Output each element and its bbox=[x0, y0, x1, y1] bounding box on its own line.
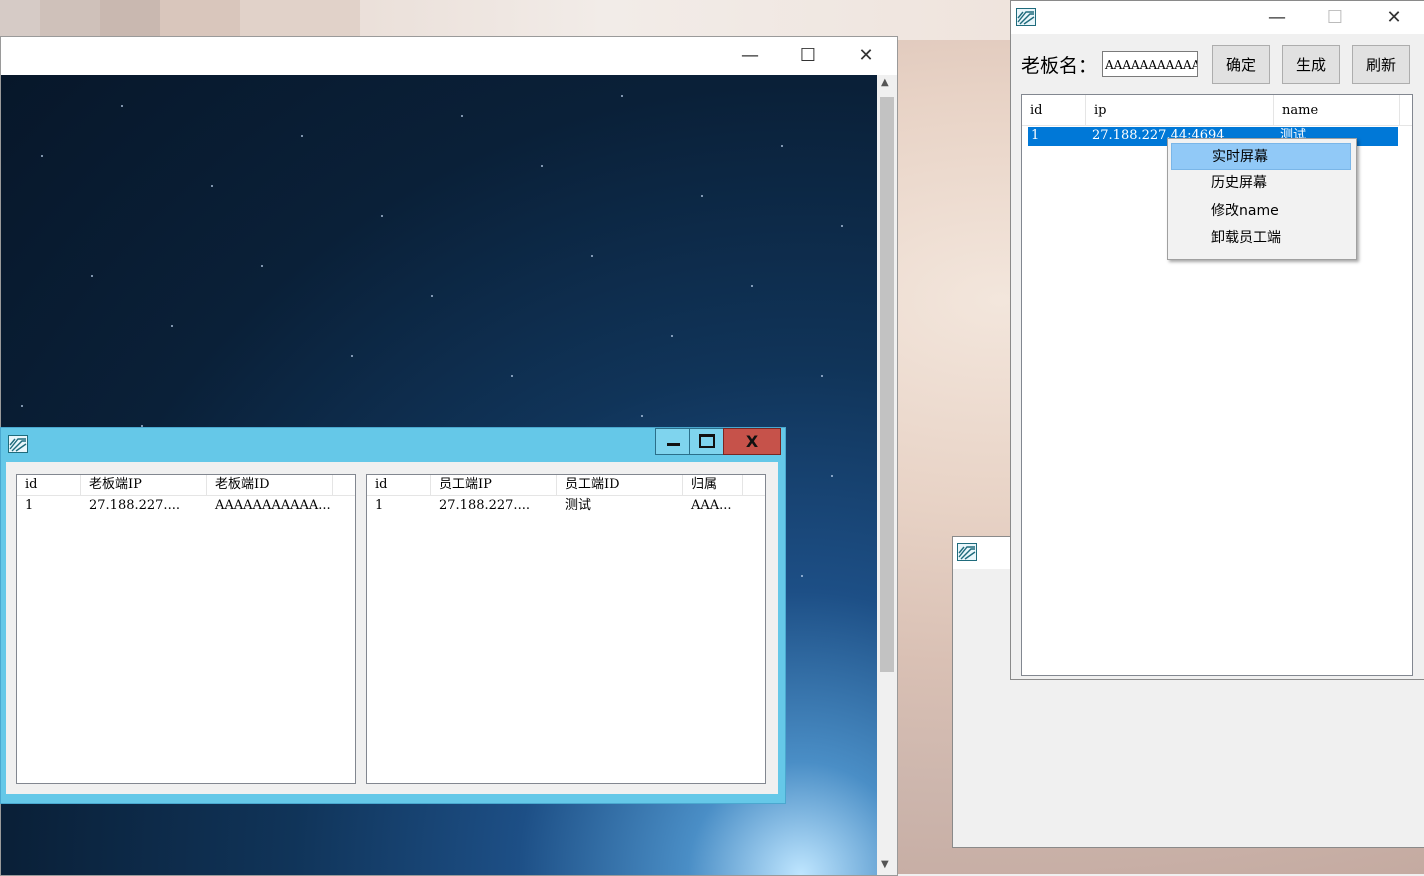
cell-employee-id: 测试 bbox=[565, 498, 592, 513]
column-header[interactable]: 老板端ID bbox=[207, 475, 333, 495]
column-header[interactable]: 老板端IP bbox=[81, 475, 207, 495]
menu-item-uninstall-employee[interactable]: 卸载员工端 bbox=[1171, 225, 1351, 252]
app-icon bbox=[1016, 8, 1036, 26]
close-button[interactable]: ✕ bbox=[837, 37, 895, 74]
scroll-down-arrow-icon[interactable]: ▼ bbox=[881, 859, 889, 870]
cell-ip: 27.188.227.... bbox=[439, 498, 530, 513]
vertical-scrollbar[interactable]: ▲ ▼ bbox=[877, 75, 897, 875]
close-button[interactable]: ✕ bbox=[1365, 1, 1423, 34]
client-window-body: id 老板端IP 老板端ID 1 27.188.227.... AAAAAAAA… bbox=[6, 462, 778, 794]
employee-list-header: id ip name bbox=[1022, 95, 1412, 126]
cell-id: 1 bbox=[375, 498, 384, 513]
employee-list-header: id 员工端IP 员工端ID 归属 bbox=[367, 475, 765, 496]
cell-id: 1 bbox=[25, 498, 34, 513]
boss-window-titlebar[interactable]: — ☐ ✕ bbox=[1011, 1, 1424, 34]
minimize-button[interactable]: — bbox=[721, 37, 779, 74]
app-icon bbox=[8, 435, 28, 453]
menu-item-rename[interactable]: 修改name bbox=[1171, 198, 1351, 225]
main-window-titlebar: — ☐ ✕ bbox=[1, 37, 897, 74]
column-header[interactable]: name bbox=[1274, 95, 1400, 125]
column-header[interactable]: 归属 bbox=[683, 475, 743, 495]
column-header[interactable]: id bbox=[367, 475, 431, 495]
boss-list-header: id 老板端IP 老板端ID bbox=[17, 475, 355, 496]
context-menu: 实时屏幕 历史屏幕 修改name 卸载员工端 bbox=[1167, 138, 1357, 260]
maximize-button[interactable] bbox=[689, 428, 725, 455]
desktop-blurred-strip bbox=[0, 0, 1010, 40]
scroll-up-arrow-icon[interactable]: ▲ bbox=[881, 77, 889, 88]
boss-window: — ☐ ✕ 老板名： AAAAAAAAAAAAAA 确定 生成 刷新 id ip… bbox=[1010, 0, 1424, 680]
scrollbar-thumb[interactable] bbox=[880, 97, 894, 672]
cell-id: 1 bbox=[1031, 128, 1040, 143]
column-header[interactable]: id bbox=[1022, 95, 1086, 125]
refresh-button[interactable]: 刷新 bbox=[1352, 45, 1410, 84]
generate-button[interactable]: 生成 bbox=[1282, 45, 1340, 84]
column-header[interactable]: 员工端ID bbox=[557, 475, 683, 495]
app-icon bbox=[957, 543, 977, 561]
table-row[interactable]: 1 27.188.227.... AAAAAAAAAAA... bbox=[17, 497, 355, 515]
column-header[interactable]: ip bbox=[1086, 95, 1274, 125]
client-window: X id 老板端IP 老板端ID 1 27.188.227.... AAAAAA… bbox=[0, 427, 786, 804]
confirm-button[interactable]: 确定 bbox=[1212, 45, 1270, 84]
employee-list[interactable]: id 员工端IP 员工端ID 归属 1 27.188.227.... 测试 AA… bbox=[366, 474, 766, 784]
boss-name-input[interactable]: AAAAAAAAAAAAAA bbox=[1102, 51, 1198, 77]
cell-ip: 27.188.227.... bbox=[89, 498, 180, 513]
menu-item-live-screen[interactable]: 实时屏幕 bbox=[1171, 143, 1351, 170]
boss-name-label: 老板名： bbox=[1021, 55, 1098, 77]
cell-boss-id: AAAAAAAAAAA... bbox=[215, 498, 331, 513]
cell-owner: AAA... bbox=[691, 498, 732, 513]
minimize-icon bbox=[667, 443, 680, 446]
maximize-button[interactable]: ☐ bbox=[779, 37, 837, 74]
boss-list[interactable]: id 老板端IP 老板端ID 1 27.188.227.... AAAAAAAA… bbox=[16, 474, 356, 784]
column-header[interactable]: id bbox=[17, 475, 81, 495]
minimize-button[interactable]: — bbox=[1248, 1, 1306, 34]
client-window-titlebar[interactable]: X bbox=[1, 428, 785, 458]
table-row[interactable]: 1 27.188.227.... 测试 AAA... bbox=[367, 497, 765, 515]
menu-item-history-screen[interactable]: 历史屏幕 bbox=[1171, 170, 1351, 197]
close-button[interactable]: X bbox=[723, 428, 781, 455]
column-header[interactable]: 员工端IP bbox=[431, 475, 557, 495]
maximize-button[interactable]: ☐ bbox=[1306, 1, 1364, 34]
maximize-icon bbox=[699, 434, 715, 448]
minimize-button[interactable] bbox=[655, 428, 691, 455]
